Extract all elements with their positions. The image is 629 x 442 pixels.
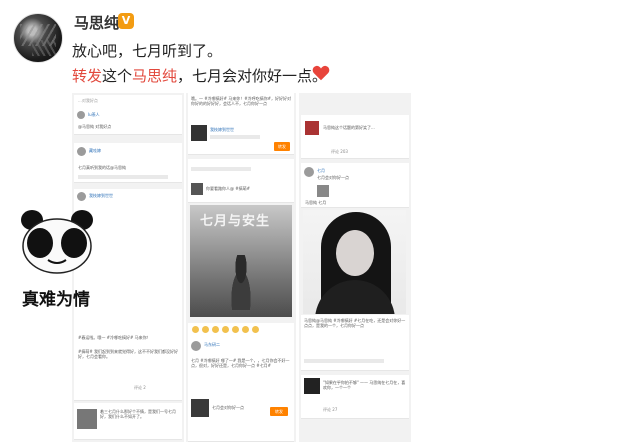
comment-card: 马思纯@马思纯 #冷哪搞好 #七月在吃，还是会对你好一点点，是我的一个，七月你好… — [301, 315, 409, 371]
mention-link[interactable]: 马思纯 — [132, 67, 177, 85]
person-silhouette — [226, 255, 256, 310]
comment-body: 马思纯@马思纯 #冷哪搞好 #七月在吃，还是会对你好一点点，是我的一个，七月你好… — [304, 318, 406, 328]
thumbnail — [317, 185, 329, 197]
repost-suffix: ，七月会对你好一点。 — [177, 67, 328, 85]
divider — [304, 359, 384, 363]
comment-card: ...对我好点 lu羡人 @马思纯 对我好点 — [74, 95, 182, 135]
portrait-photo — [303, 210, 406, 314]
repost-label: 转发 — [72, 67, 103, 85]
comment-body: #春运啦。哦一 #冷哪吃搞好# 马来你！ — [78, 335, 151, 340]
post-body: 哦。一 #冷哪搞好# 马来你！#冷呼吃搞你#，好好好对你好的的好好好，会话人不，… — [191, 96, 291, 106]
avatar — [191, 341, 201, 351]
comment-count: 评论 27 — [323, 407, 338, 412]
avatar — [77, 192, 86, 201]
comment-card: 马东研二 七月 #冷哪搞好 哪了一# 我是一个，，七月你会不好一点，很对，好好还… — [188, 323, 294, 442]
comment-footer: 七月会对你好一点 — [212, 405, 244, 410]
comment-card: 你要看路你人@ #搞萌# — [188, 159, 294, 203]
snippet-text: ...对我好点 — [78, 98, 98, 103]
emoji-row — [192, 326, 259, 333]
comment-text: 七月 #冷哪搞好 哪了一# 我是一个，，七月你会不好一点，很对，好好还是，七月你… — [191, 358, 290, 368]
heart-icon — [312, 65, 330, 81]
comment-text: 七月真听到我的话@马思纯 — [78, 165, 126, 170]
comment-card: "如果在乎你拍不够" —— 马思纯在七月在，喜欢你，一个一个 评论 27 — [301, 375, 409, 419]
avatar — [77, 111, 85, 119]
comment-body: #搞萌# 我们起到到来就觉得好，这不不好我们都没好好好，七月会看你。 — [78, 349, 178, 359]
comment-count: 评论 2 — [134, 385, 146, 390]
divider — [191, 167, 251, 171]
post-user: 我枝嫁到世世 — [210, 127, 234, 132]
comment-card: 藏哇嫁 七月真听到我的话@马思纯 — [74, 143, 182, 183]
portrait-face — [336, 230, 374, 276]
thumbnail — [191, 183, 203, 195]
verified-badge-icon: V — [118, 13, 134, 29]
divider — [210, 135, 260, 139]
panda-meme-icon — [21, 210, 93, 274]
comment-user: 七月 — [317, 168, 325, 173]
comment-text: "如果在乎你拍不够" —— 马思纯在七月在，喜欢你，一个一个 — [323, 380, 406, 390]
post-text-line1: 放心吧，七月听到了。 — [72, 42, 223, 60]
comment-card: 马思纯这个话题的第好笑了... 评论 203 — [301, 115, 409, 159]
comment-user: 藏哇嫁 — [89, 148, 101, 153]
share-button[interactable]: 转发 — [274, 142, 290, 151]
comment-text: 着三七月什么那好个不情，是我们一号七月好，我们什么不如开了。 — [100, 409, 176, 419]
user-avatar[interactable] — [13, 13, 63, 63]
comment-user: 我枝嫁到世世 — [89, 193, 113, 198]
thumbnail — [304, 378, 320, 394]
divider — [78, 175, 168, 179]
thumbnail — [191, 399, 209, 417]
share-button[interactable]: 转发 — [270, 407, 288, 416]
post-text-line2: 转发这个马思纯，七月会对你好一点。 — [72, 65, 327, 86]
comment-text: 马思纯这个话题的第好笑了... — [323, 125, 375, 130]
comment-card: 七月 七月会对你好一点 马思纯 七月 — [301, 163, 409, 208]
comment-user: 马东研二 — [204, 342, 220, 347]
thumbnail — [77, 409, 97, 429]
comment-card: 着三七月什么那好个不情，是我们一号七月好，我们什么不如开了。 — [74, 403, 182, 440]
author-name[interactable]: 马思纯 — [74, 12, 119, 33]
mini-text: 你要看路你人@ #搞萌# — [206, 186, 250, 191]
thumbnail — [191, 125, 207, 141]
repost-mid: 这个 — [102, 67, 133, 85]
comment-text: @马思纯 对我好点 — [78, 124, 112, 129]
comment-user: lu羡人 — [88, 112, 100, 117]
thumbnail — [305, 121, 319, 135]
movie-title-text: 七月与安生 — [200, 214, 271, 229]
caption-text: 马思纯 七月 — [305, 200, 327, 205]
avatar — [304, 167, 314, 177]
meme-caption: 真难为情 — [22, 290, 90, 310]
comment-count: 评论 203 — [331, 149, 348, 154]
comment-text: 七月会对你好一点 — [317, 175, 349, 180]
avatar — [77, 147, 86, 156]
